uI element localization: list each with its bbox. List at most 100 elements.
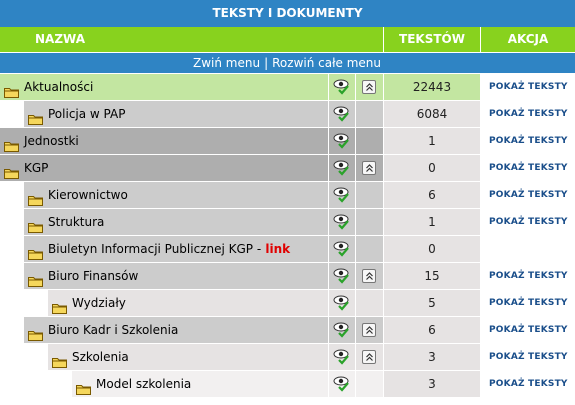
visibility-cell bbox=[329, 209, 355, 235]
show-texts-link bbox=[481, 236, 575, 262]
text-count: 22443 bbox=[384, 74, 480, 100]
visible-eye-icon[interactable] bbox=[333, 268, 351, 288]
folder-icon bbox=[28, 216, 43, 233]
tree-item-label[interactable]: Struktura bbox=[48, 209, 104, 235]
tree-item-label[interactable]: Szkolenia bbox=[72, 344, 129, 370]
visibility-cell bbox=[329, 290, 355, 316]
tree-item-name-cell[interactable]: KGP bbox=[0, 155, 328, 181]
show-texts-link[interactable]: POKAŻ TEKSTY bbox=[481, 290, 575, 316]
visible-eye-icon[interactable] bbox=[333, 106, 351, 126]
expand-cell bbox=[356, 317, 383, 343]
tree-item-label[interactable]: KGP bbox=[24, 155, 48, 181]
tree-item-name-cell[interactable]: Biuletyn Informacji Publicznej KGP - lin… bbox=[24, 236, 328, 262]
text-count: 0 bbox=[384, 236, 480, 262]
show-texts-link[interactable]: POKAŻ TEKSTY bbox=[481, 155, 575, 181]
expand-cell bbox=[356, 182, 383, 208]
visibility-cell bbox=[329, 263, 355, 289]
tree-row: Model szkolenia 3 POKAŻ TEKSTY bbox=[0, 371, 575, 397]
text-count: 3 bbox=[384, 371, 480, 397]
visible-eye-icon[interactable] bbox=[333, 133, 351, 153]
tree-item-name-cell[interactable]: Wydziały bbox=[48, 290, 328, 316]
tree-item-name-cell[interactable]: Aktualności bbox=[0, 74, 328, 100]
tree-item-label[interactable]: Wydziały bbox=[72, 290, 126, 316]
tree-row: KGP 0 POKAŻ TEKSTY bbox=[0, 155, 575, 181]
column-header-name: NAZWA bbox=[0, 27, 383, 52]
tree-item-label[interactable]: Aktualności bbox=[24, 74, 93, 100]
show-texts-link[interactable]: POKAŻ TEKSTY bbox=[481, 317, 575, 343]
folder-icon bbox=[52, 351, 67, 368]
tree-item-name-cell[interactable]: Jednostki bbox=[0, 128, 328, 154]
tree-item-label[interactable]: Jednostki bbox=[24, 128, 79, 154]
tree-item-label[interactable]: Biuro Finansów bbox=[48, 263, 138, 289]
tree-row: Biuletyn Informacji Publicznej KGP - lin… bbox=[0, 236, 575, 262]
visibility-cell bbox=[329, 236, 355, 262]
show-texts-link[interactable]: POKAŻ TEKSTY bbox=[481, 263, 575, 289]
visible-eye-icon[interactable] bbox=[333, 160, 351, 180]
tree-item-name-cell[interactable]: Model szkolenia bbox=[72, 371, 328, 397]
expand-all-menu-link[interactable]: Rozwiń całe menu bbox=[272, 56, 381, 70]
tree-item-name-cell[interactable]: Policja w PAP bbox=[24, 101, 328, 127]
visible-eye-icon[interactable] bbox=[333, 322, 351, 342]
visibility-cell bbox=[329, 155, 355, 181]
visible-eye-icon[interactable] bbox=[333, 376, 351, 396]
folder-icon bbox=[76, 378, 91, 395]
expand-cell bbox=[356, 236, 383, 262]
visible-eye-icon[interactable] bbox=[333, 79, 351, 99]
tree-item-name-cell[interactable]: Biuro Finansów bbox=[24, 263, 328, 289]
menu-separator: | bbox=[264, 56, 269, 70]
visibility-cell bbox=[329, 74, 355, 100]
tree-item-name-cell[interactable]: Szkolenia bbox=[48, 344, 328, 370]
folder-icon bbox=[28, 324, 43, 341]
visible-eye-icon[interactable] bbox=[333, 349, 351, 369]
tree-item-label[interactable]: Model szkolenia bbox=[96, 371, 191, 397]
visible-eye-icon[interactable] bbox=[333, 295, 351, 315]
text-count: 3 bbox=[384, 344, 480, 370]
tree-item-name-cell[interactable]: Kierownictwo bbox=[24, 182, 328, 208]
expand-toggle-icon[interactable] bbox=[362, 350, 376, 364]
tree-row: Kierownictwo 6 POKAŻ TEKSTY bbox=[0, 182, 575, 208]
expand-cell bbox=[356, 263, 383, 289]
show-texts-link[interactable]: POKAŻ TEKSTY bbox=[481, 128, 575, 154]
column-header-texts: TEKSTÓW bbox=[384, 27, 480, 52]
tree-item-name-cell[interactable]: Struktura bbox=[24, 209, 328, 235]
folder-icon bbox=[28, 189, 43, 206]
expand-toggle-icon[interactable] bbox=[362, 161, 376, 175]
tree-row: Wydziały 5 POKAŻ TEKSTY bbox=[0, 290, 575, 316]
show-texts-link[interactable]: POKAŻ TEKSTY bbox=[481, 344, 575, 370]
tree-item-name-cell[interactable]: Biuro Kadr i Szkolenia bbox=[24, 317, 328, 343]
show-texts-link[interactable]: POKAŻ TEKSTY bbox=[481, 74, 575, 100]
show-texts-link[interactable]: POKAŻ TEKSTY bbox=[481, 371, 575, 397]
visible-eye-icon[interactable] bbox=[333, 214, 351, 234]
tree-item-label[interactable]: Policja w PAP bbox=[48, 101, 125, 127]
text-count: 1 bbox=[384, 128, 480, 154]
expand-cell bbox=[356, 101, 383, 127]
texts-documents-panel: TEKSTY I DOKUMENTY NAZWA TEKSTÓW AKCJA Z… bbox=[0, 0, 575, 405]
text-count: 5 bbox=[384, 290, 480, 316]
show-texts-link[interactable]: POKAŻ TEKSTY bbox=[481, 101, 575, 127]
tree-row: Policja w PAP 6084 POKAŻ TEKSTY bbox=[0, 101, 575, 127]
menu-toggle-bar: Zwiń menu | Rozwiń całe menu bbox=[0, 53, 575, 73]
show-texts-link[interactable]: POKAŻ TEKSTY bbox=[481, 209, 575, 235]
expand-cell bbox=[356, 155, 383, 181]
expand-cell bbox=[356, 290, 383, 316]
visibility-cell bbox=[329, 128, 355, 154]
external-link[interactable]: link bbox=[261, 242, 290, 256]
collapse-menu-link[interactable]: Zwiń menu bbox=[193, 56, 260, 70]
tree-item-label[interactable]: Biuletyn Informacji Publicznej KGP - lin… bbox=[48, 236, 290, 262]
tree-item-label[interactable]: Biuro Kadr i Szkolenia bbox=[48, 317, 178, 343]
visible-eye-icon[interactable] bbox=[333, 187, 351, 207]
column-header-action: AKCJA bbox=[481, 27, 575, 52]
visible-eye-icon[interactable] bbox=[333, 241, 351, 261]
expand-toggle-icon[interactable] bbox=[362, 269, 376, 283]
show-texts-link[interactable]: POKAŻ TEKSTY bbox=[481, 182, 575, 208]
text-count: 0 bbox=[384, 155, 480, 181]
expand-cell bbox=[356, 128, 383, 154]
tree-item-label[interactable]: Kierownictwo bbox=[48, 182, 128, 208]
panel-title: TEKSTY I DOKUMENTY bbox=[0, 0, 575, 27]
text-count: 6 bbox=[384, 182, 480, 208]
expand-cell bbox=[356, 371, 383, 397]
text-count: 6084 bbox=[384, 101, 480, 127]
expand-toggle-icon[interactable] bbox=[362, 323, 376, 337]
expand-toggle-icon[interactable] bbox=[362, 80, 376, 94]
tree-row: Biuro Kadr i Szkolenia 6 POKAŻ TEKSTY bbox=[0, 317, 575, 343]
